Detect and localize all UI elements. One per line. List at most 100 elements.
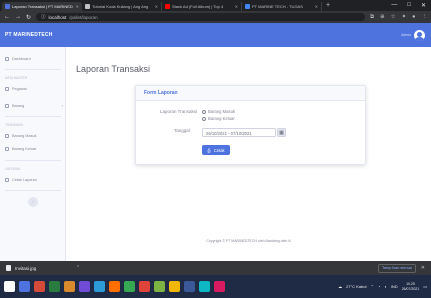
favicon-icon	[85, 4, 90, 9]
user-name: Admin	[401, 33, 411, 37]
sidebar-item-label: Cetak Laporan	[12, 178, 37, 182]
address-bar[interactable]: ⓘ localhost/pallet/laporan	[36, 13, 366, 21]
clock[interactable]: 10.25 26/07/2021	[402, 282, 420, 291]
app-topbar: PT MARINEDTECH Admin	[0, 23, 431, 47]
tab-close-icon[interactable]: ✕	[235, 4, 238, 9]
tab-close-icon[interactable]: ✕	[155, 4, 158, 9]
tanggal-row: Tanggal	[174, 128, 190, 133]
url-path: /pallet/laporan	[69, 14, 98, 20]
sidebar-item-label: Pegawai	[12, 87, 27, 91]
sidebar-item-label: Dashboard	[12, 57, 31, 61]
weather-icon: ☁	[338, 284, 343, 289]
radio-barang-keluar[interactable]: Barang Keluar	[202, 116, 235, 121]
system-tray: ☁ 27°C Kabut ⌃ ◔ ◖ IND 10.25 26/07/2021 …	[338, 282, 427, 291]
menu-icon[interactable]: ⋮	[422, 14, 428, 21]
sidebar-heading: LAPORAN	[5, 167, 21, 171]
radio-circle[interactable]	[202, 116, 206, 121]
app-icon[interactable]	[214, 281, 225, 292]
user-menu[interactable]: Admin	[401, 29, 425, 41]
tray-arrow-icon[interactable]: ⌃	[371, 284, 374, 289]
radio-label: Barang Masuk	[208, 109, 235, 114]
print-button[interactable]: ⎙ Cetak	[202, 145, 230, 155]
avatar	[414, 29, 425, 41]
browser-toolbar: ← → ↻ ⓘ localhost/pallet/laporan ⧉ ⊕ ☆ ✦…	[0, 11, 431, 23]
close-window-button[interactable]: ✕	[421, 2, 426, 9]
volume-icon[interactable]: ◖	[384, 284, 386, 289]
browser-tab-tutorial[interactable]: Tutorial Koda Kuliang | Ang Ang ✕	[82, 2, 162, 11]
forward-icon[interactable]: →	[15, 14, 21, 20]
weather-text[interactable]: 27°C Kabut	[346, 284, 367, 289]
chevron-up-icon[interactable]: ⌃	[76, 265, 80, 271]
app-icon[interactable]	[109, 281, 120, 292]
sidebar-item-barang[interactable]: Barang ›	[5, 103, 63, 108]
app-icon[interactable]	[94, 281, 105, 292]
browser-tab-strip: Laporan Transaksi | PT MARINED ✕ Tutoria…	[0, 0, 431, 11]
notification-icon[interactable]: ▭	[423, 284, 427, 289]
language-indicator[interactable]: IND	[391, 284, 398, 289]
app-icon[interactable]	[19, 281, 30, 292]
footer-copyright: Copyright © PT MARINEDTECH oleh Nandang …	[206, 239, 291, 243]
browser-tab-youtube[interactable]: Stack Ad (Full Album) | Top 4 ✕	[162, 2, 242, 11]
sidebar-item-barang-masuk[interactable]: Barang Masuk	[5, 134, 63, 138]
print-icon	[5, 178, 9, 182]
calendar-icon[interactable]: ▦	[277, 128, 286, 137]
sidebar-item-label: Barang Masuk	[12, 134, 37, 138]
start-icon[interactable]	[4, 281, 15, 292]
new-tab-button[interactable]: +	[322, 2, 334, 9]
app-icon[interactable]	[49, 281, 60, 292]
windows-taskbar: ☁ 27°C Kabut ⌃ ◔ ◖ IND 10.25 26/07/2021 …	[0, 275, 431, 298]
brand-title[interactable]: PT MARINEDTECH	[5, 32, 53, 38]
sidebar-divider	[5, 190, 61, 191]
sidebar-heading: TRANSAKSI	[5, 123, 24, 127]
date-range-input[interactable]: 26/10/2021 - 07/10/2021	[202, 128, 276, 137]
app-icon[interactable]	[79, 281, 90, 292]
browser-tab-tugas[interactable]: PT MARINE TECH - TUGAS ✕	[242, 2, 322, 11]
sidebar-item-pegawai[interactable]: Pegawai	[5, 87, 63, 91]
sidebar-item-barang-keluar[interactable]: Barang Keluar	[5, 147, 63, 151]
favicon-icon	[5, 4, 10, 9]
app-icon[interactable]	[124, 281, 135, 292]
outbox-icon	[5, 147, 9, 151]
app-icon[interactable]	[199, 281, 210, 292]
close-icon[interactable]: ✕	[421, 265, 425, 271]
app-icon[interactable]	[184, 281, 195, 292]
sidebar-divider	[5, 160, 61, 161]
app-icon[interactable]	[154, 281, 165, 292]
show-all-button[interactable]: Tamp lkan semua	[378, 263, 416, 273]
app-icon[interactable]	[34, 281, 45, 292]
app-icon[interactable]	[169, 281, 180, 292]
download-item[interactable]: Invitasi.jpg	[6, 265, 76, 271]
sidebar-item-cetak-laporan[interactable]: Cetak Laporan	[5, 178, 63, 182]
tab-label: Tutorial Koda Kuliang | Ang Ang	[92, 4, 149, 9]
maximize-button[interactable]: □	[407, 2, 411, 9]
toolbar-icons: ⧉ ⊕ ☆ ✦ ● ⋮	[370, 14, 427, 21]
sidebar-item-dashboard[interactable]: Dashboard	[5, 57, 63, 61]
star-icon[interactable]: ☆	[391, 14, 396, 21]
radio-barang-masuk[interactable]: Barang Masuk	[202, 109, 235, 114]
profile-icon[interactable]: ●	[412, 14, 415, 21]
minimize-button[interactable]: —	[391, 2, 397, 9]
sidebar-item-label: Barang Keluar	[12, 147, 37, 151]
reload-icon[interactable]: ↻	[26, 14, 31, 21]
tab-close-icon[interactable]: ✕	[76, 4, 79, 9]
transaksi-row: Laporan Transaksi	[160, 109, 197, 114]
clock-date: 26/07/2021	[401, 286, 420, 291]
page-title: Laporan Transaksi	[76, 64, 151, 74]
puzzle-icon[interactable]: ✦	[402, 14, 407, 21]
back-icon[interactable]: ←	[4, 14, 10, 20]
app-icon[interactable]	[64, 281, 75, 292]
box-icon	[5, 103, 9, 108]
sidebar: Dashboard DATA MASTER Pegawai Barang › T…	[0, 47, 66, 261]
zoom-icon[interactable]: ⊕	[380, 14, 385, 21]
sidebar-toggle-button[interactable]: ‹	[28, 197, 38, 207]
tab-close-icon[interactable]: ✕	[315, 4, 318, 9]
browser-tab-laporan[interactable]: Laporan Transaksi | PT MARINED ✕	[2, 2, 82, 11]
radio-circle[interactable]	[202, 109, 206, 114]
extension-icon[interactable]: ⧉	[370, 14, 374, 21]
main-content: Laporan Transaksi Form Laporan Laporan T…	[66, 47, 431, 261]
network-icon[interactable]: ◔	[378, 284, 380, 289]
app-icon[interactable]	[139, 281, 150, 292]
window-controls: — □ ✕	[391, 2, 431, 9]
download-file-name: Invitasi.jpg	[15, 265, 37, 271]
tab-label: Stack Ad (Full Album) | Top 4	[172, 4, 224, 9]
